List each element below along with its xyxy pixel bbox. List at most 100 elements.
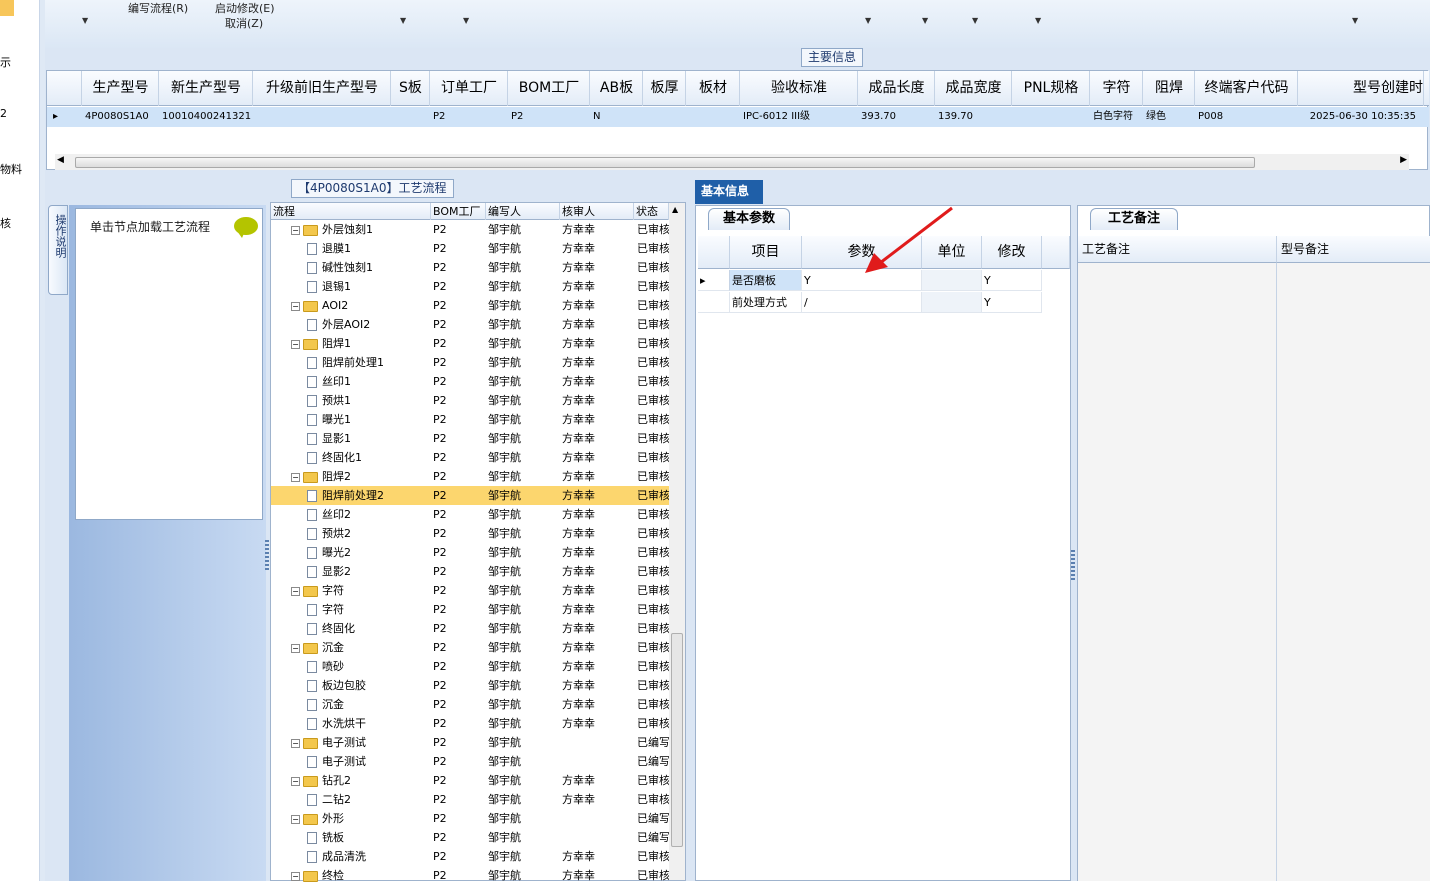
- tree-cell[interactable]: 方幸幸: [562, 277, 634, 296]
- tree-cell[interactable]: P2: [433, 315, 486, 334]
- dropdown-arrow-icon[interactable]: ▼: [972, 16, 978, 25]
- tree-cell[interactable]: [562, 752, 634, 771]
- tree-node[interactable]: − 外层蚀刻1: [291, 220, 431, 239]
- table-cell[interactable]: 393.70: [859, 107, 935, 127]
- tree-row[interactable]: 终固化1 P2 邹宇航 方幸幸 已审核: [271, 448, 669, 467]
- tree-cell[interactable]: 已审核: [637, 771, 669, 790]
- column-header[interactable]: 型号创建时: [1299, 71, 1424, 106]
- scroll-up-icon[interactable]: ▲: [672, 205, 678, 214]
- tree-node[interactable]: 阻焊前处理2: [307, 486, 431, 505]
- scroll-left-icon[interactable]: ◀: [57, 155, 64, 165]
- tree-cell[interactable]: 邹宇航: [488, 543, 560, 562]
- tree-cell[interactable]: 邹宇航: [488, 619, 560, 638]
- tree-row[interactable]: 显影2 P2 邹宇航 方幸幸 已审核: [271, 562, 669, 581]
- collapse-icon[interactable]: −: [291, 871, 300, 881]
- tree-row[interactable]: 外层AOI2 P2 邹宇航 方幸幸 已审核: [271, 315, 669, 334]
- column-header[interactable]: 升级前旧生产型号: [254, 71, 391, 106]
- scrollbar-thumb[interactable]: [75, 157, 1255, 168]
- dropdown-arrow-icon[interactable]: ▼: [82, 16, 88, 25]
- tree-cell[interactable]: [562, 809, 634, 828]
- tree-row[interactable]: − 字符 P2 邹宇航 方幸幸 已审核: [271, 581, 669, 600]
- tree-cell[interactable]: P2: [433, 771, 486, 790]
- table-cell[interactable]: [687, 107, 740, 127]
- tree-cell[interactable]: P2: [433, 847, 486, 866]
- tree-cell[interactable]: P2: [433, 657, 486, 676]
- tree-cell[interactable]: P2: [433, 505, 486, 524]
- tree-cell[interactable]: 邹宇航: [488, 239, 560, 258]
- tree-cell[interactable]: 方幸幸: [562, 695, 634, 714]
- tree-cell[interactable]: 邹宇航: [488, 391, 560, 410]
- table-cell[interactable]: 4P0080S1A0: [83, 107, 159, 127]
- column-header[interactable]: 成品长度: [859, 71, 935, 106]
- column-header[interactable]: 型号备注: [1277, 236, 1430, 263]
- tree-cell[interactable]: 已审核: [637, 372, 669, 391]
- tree-cell[interactable]: 方幸幸: [562, 638, 634, 657]
- tree-cell[interactable]: 邹宇航: [488, 695, 560, 714]
- tree-cell[interactable]: P2: [433, 562, 486, 581]
- tree-row[interactable]: 预烘2 P2 邹宇航 方幸幸 已审核: [271, 524, 669, 543]
- tree-node[interactable]: 铣板: [307, 828, 431, 847]
- tree-cell[interactable]: P2: [433, 733, 486, 752]
- tree-row[interactable]: 二钻2 P2 邹宇航 方幸幸 已审核: [271, 790, 669, 809]
- tree-cell[interactable]: 邹宇航: [488, 505, 560, 524]
- tree-cell[interactable]: 邹宇航: [488, 771, 560, 790]
- tree-cell[interactable]: P2: [433, 524, 486, 543]
- scroll-right-icon[interactable]: ▶: [1400, 155, 1407, 165]
- tree-node[interactable]: 终固化: [307, 619, 431, 638]
- tree-cell[interactable]: 邹宇航: [488, 372, 560, 391]
- tree-cell[interactable]: 方幸幸: [562, 429, 634, 448]
- tree-node[interactable]: 阻焊前处理1: [307, 353, 431, 372]
- column-header[interactable]: 订单工厂: [431, 71, 508, 106]
- column-header[interactable]: 板材: [687, 71, 740, 106]
- tree-cell[interactable]: 邹宇航: [488, 581, 560, 600]
- tree-cell[interactable]: 方幸幸: [562, 334, 634, 353]
- tree-row[interactable]: 阻焊前处理1 P2 邹宇航 方幸幸 已审核: [271, 353, 669, 372]
- table-cell[interactable]: P008: [1196, 107, 1298, 127]
- tree-cell[interactable]: P2: [433, 790, 486, 809]
- tree-row[interactable]: 板边包胶 P2 邹宇航 方幸幸 已审核: [271, 676, 669, 695]
- tree-node[interactable]: − 终检: [291, 866, 431, 885]
- tree-cell[interactable]: 邹宇航: [488, 315, 560, 334]
- tree-row[interactable]: 水洗烘干 P2 邹宇航 方幸幸 已审核: [271, 714, 669, 733]
- tree-cell[interactable]: 已审核: [637, 714, 669, 733]
- tree-cell[interactable]: 邹宇航: [488, 296, 560, 315]
- table-cell[interactable]: 是否磨板: [730, 270, 802, 291]
- tree-cell[interactable]: 方幸幸: [562, 866, 634, 885]
- tree-cell[interactable]: 方幸幸: [562, 315, 634, 334]
- tree-cell[interactable]: P2: [433, 752, 486, 771]
- splitter-grip-icon[interactable]: [265, 540, 269, 570]
- tree-cell[interactable]: 方幸幸: [562, 714, 634, 733]
- nav-item-2[interactable]: 2: [0, 107, 7, 120]
- dropdown-arrow-icon[interactable]: ▼: [463, 16, 469, 25]
- tree-cell[interactable]: [562, 733, 634, 752]
- tree-cell[interactable]: 邹宇航: [488, 429, 560, 448]
- tree-cell[interactable]: 邹宇航: [488, 638, 560, 657]
- nav-item-3[interactable]: 物料: [0, 161, 22, 177]
- tree-node[interactable]: 显影2: [307, 562, 431, 581]
- tree-cell[interactable]: 邹宇航: [488, 524, 560, 543]
- tree-node[interactable]: − AOI2: [291, 296, 431, 315]
- tree-node[interactable]: 退膜1: [307, 239, 431, 258]
- tree-cell[interactable]: 方幸幸: [562, 220, 634, 239]
- tree-cell[interactable]: 已审核: [637, 277, 669, 296]
- tree-cell[interactable]: 邹宇航: [488, 866, 560, 885]
- tree-cell[interactable]: P2: [433, 353, 486, 372]
- column-header[interactable]: PNL规格: [1013, 71, 1090, 106]
- tree-cell[interactable]: P2: [433, 277, 486, 296]
- tree-node[interactable]: − 沉金: [291, 638, 431, 657]
- tree-node[interactable]: − 外形: [291, 809, 431, 828]
- nav-item-1[interactable]: 示: [0, 54, 11, 70]
- tree-cell[interactable]: 已审核: [637, 695, 669, 714]
- tree-cell[interactable]: 已编写: [637, 828, 669, 847]
- tree-node[interactable]: 显影1: [307, 429, 431, 448]
- collapse-icon[interactable]: −: [291, 586, 300, 596]
- tree-cell[interactable]: 邹宇航: [488, 448, 560, 467]
- cancel-button[interactable]: 取消(Z): [225, 15, 263, 31]
- tree-cell[interactable]: 已审核: [637, 220, 669, 239]
- workflow-button[interactable]: 编写流程(R): [128, 0, 188, 16]
- column-header[interactable]: 板厚: [644, 71, 686, 106]
- tree-cell[interactable]: 邹宇航: [488, 258, 560, 277]
- tree-node[interactable]: 碱性蚀刻1: [307, 258, 431, 277]
- tree-cell[interactable]: 邹宇航: [488, 600, 560, 619]
- table-cell[interactable]: [1013, 107, 1090, 127]
